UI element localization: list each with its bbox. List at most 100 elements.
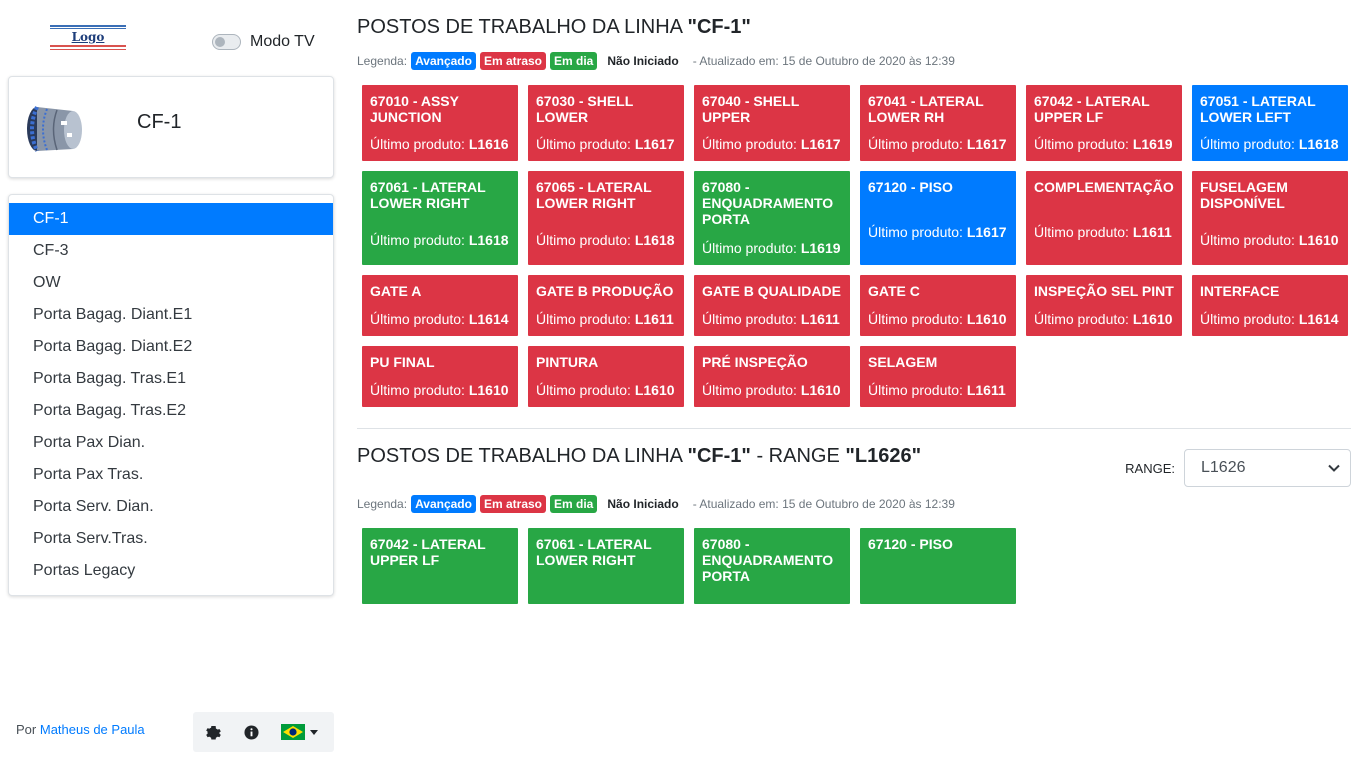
workstation-card[interactable]: 67042 - LATERAL UPPER LF Último produto: … [1026,85,1182,161]
title-line: "CF-1" [687,445,751,467]
last-product: Último produto: L1611 [702,311,842,328]
legend-advanced-badge: Avançado [411,495,476,513]
language-dropdown[interactable] [281,724,318,740]
line-item[interactable]: Porta Bagag. Tras.E2 [9,395,333,427]
workstation-card[interactable]: 67080 - ENQUADRAMENTO PORTA [694,528,850,604]
legend-label: Legenda: [357,54,408,68]
workstation-card[interactable]: 67080 - ENQUADRAMENTO PORTA Último produt… [694,171,850,265]
line-item[interactable]: OW [9,267,333,299]
workstation-card[interactable]: INTERFACE Último produto: L1614 [1192,275,1348,336]
workstation-card[interactable]: 67061 - LATERAL LOWER RIGHT Último produt… [362,171,518,265]
workstation-card[interactable]: GATE B QUALIDADE Último produto: L1611 [694,275,850,336]
workstation-card[interactable]: 67030 - SHELL LOWER Último produto: L1617 [528,85,684,161]
title-range-word: - RANGE [756,445,840,467]
product-code: L1614 [468,311,509,327]
last-product: Último produto: L1614 [1200,311,1340,328]
product-label: Último produto: [1200,136,1295,152]
range-select[interactable]: L1626 [1184,449,1351,487]
workstation-card[interactable]: PINTURA Último produto: L1610 [528,346,684,407]
last-product: Último produto: L1610 [868,311,1008,328]
toggle-switch[interactable] [212,34,241,50]
last-product: Último produto: L1610 [702,382,842,399]
workstation-card[interactable]: PU FINAL Último produto: L1610 [362,346,518,407]
product-label: Último produto: [1034,224,1129,240]
workstation-card[interactable]: 67051 - LATERAL LOWER LEFT Último produto… [1192,85,1348,161]
workstation-card[interactable]: PRÉ INSPEÇÃO Último produto: L1610 [694,346,850,407]
last-product: Último produto: L1617 [702,136,842,153]
line-item[interactable]: CF-1 [9,203,333,235]
product-label: Último produto: [868,382,963,398]
footer-credit: Por Matheus de Paula [16,722,145,737]
workstation-card[interactable]: GATE B PRODUÇÃO Último produto: L1611 [528,275,684,336]
product-label: Último produto: [536,232,631,248]
workstation-name: 67080 - ENQUADRAMENTO PORTA [702,536,834,584]
workstation-name: 67080 - ENQUADRAMENTO PORTA [702,179,834,227]
workstation-card[interactable]: 67061 - LATERAL LOWER RIGHT [528,528,684,604]
gear-icon[interactable] [205,724,221,740]
workstation-card[interactable]: INSPEÇÃO SEL PINT Último produto: L1610 [1026,275,1182,336]
range-workstation-grid: 67042 - LATERAL UPPER LF 67061 - LATERAL… [362,528,1348,604]
workstation-name: PINTURA [536,354,599,370]
last-product: Último produto: L1614 [370,311,510,328]
product-code: L1618 [1298,136,1339,152]
section-title-1: POSTOS DE TRABALHO DA LINHA "CF-1" [357,16,751,39]
workstation-name: INTERFACE [1200,283,1280,299]
workstation-card[interactable]: GATE C Último produto: L1610 [860,275,1016,336]
product-label: Último produto: [702,382,797,398]
product-code: L1617 [966,136,1007,152]
product-label: Último produto: [1034,136,1129,152]
legend-not-started-badge: Não Iniciado [607,54,679,68]
last-product: Último produto: L1610 [370,382,510,399]
workstation-name: 67010 - ASSY JUNCTION [370,93,459,125]
workstation-card[interactable]: COMPLEMENTAÇÃO Último produto: L1611 [1026,171,1182,265]
line-item[interactable]: Porta Serv.Tras. [9,523,333,555]
tv-mode-toggle[interactable]: Modo TV [212,33,315,51]
updated-at: - Atualizado em: 15 de Outubro de 2020 à… [692,497,955,511]
product-label: Último produto: [370,232,465,248]
workstation-name: 67061 - LATERAL LOWER RIGHT [370,179,486,211]
workstation-card[interactable]: 67040 - SHELL UPPER Último produto: L1617 [694,85,850,161]
product-label: Último produto: [1200,311,1295,327]
legend: Legenda: Avançado Em atraso Em dia Não I… [357,495,955,513]
workstation-card[interactable]: 67010 - ASSY JUNCTION Último produto: L16… [362,85,518,161]
workstation-card[interactable]: 67041 - LATERAL LOWER RH Último produto: … [860,85,1016,161]
workstation-card[interactable]: SELAGEM Último produto: L1611 [860,346,1016,407]
sidebar: Logo Modo TV CF-1 CF-1 CF-3 OW Porta Bag… [0,0,342,767]
workstation-card[interactable]: GATE A Último produto: L1614 [362,275,518,336]
line-item[interactable]: Porta Bagag. Tras.E1 [9,363,333,395]
product-code: L1618 [468,232,509,248]
workstation-card[interactable]: 67120 - PISO [860,528,1016,604]
logo-stripe [50,25,126,27]
legend-on-time-badge: Em dia [550,495,598,513]
toggle-knob [215,37,225,47]
line-item[interactable]: Porta Pax Dian. [9,427,333,459]
product-label: Último produto: [1200,232,1295,248]
workstation-name: GATE C [868,283,920,299]
product-label: Último produto: [536,136,631,152]
workstation-card[interactable]: 67065 - LATERAL LOWER RIGHT Último produt… [528,171,684,265]
product-code: L1610 [800,382,841,398]
product-code: L1611 [966,382,1006,398]
workstation-name: 67030 - SHELL LOWER [536,93,634,125]
line-item[interactable]: Portas Legacy [9,555,333,587]
workstation-name: 67061 - LATERAL LOWER RIGHT [536,536,652,568]
last-product: Último produto: L1619 [1034,136,1174,153]
workstation-card[interactable]: FUSELAGEM DISPONÍVEL Último produto: L161… [1192,171,1348,265]
product-code: L1611 [634,311,674,327]
line-item[interactable]: Porta Bagag. Diant.E1 [9,299,333,331]
workstation-card[interactable]: 67120 - PISO Último produto: L1617 [860,171,1016,265]
info-icon[interactable] [243,724,259,740]
line-item[interactable]: CF-3 [9,235,333,267]
workstation-card[interactable]: 67042 - LATERAL UPPER LF [362,528,518,604]
line-item[interactable]: Porta Pax Tras. [9,459,333,491]
logo-stripe [50,49,126,50]
line-item[interactable]: Porta Serv. Dian. [9,491,333,523]
product-label: Último produto: [868,311,963,327]
workstation-name: 67065 - LATERAL LOWER RIGHT [536,179,652,211]
line-item[interactable]: Porta Bagag. Diant.E2 [9,331,333,363]
legend-advanced-badge: Avançado [411,52,476,70]
product-code: L1610 [1132,311,1173,327]
author-link[interactable]: Matheus de Paula [40,722,145,737]
workstation-name: 67040 - SHELL UPPER [702,93,800,125]
last-product: Último produto: L1611 [1034,224,1174,241]
